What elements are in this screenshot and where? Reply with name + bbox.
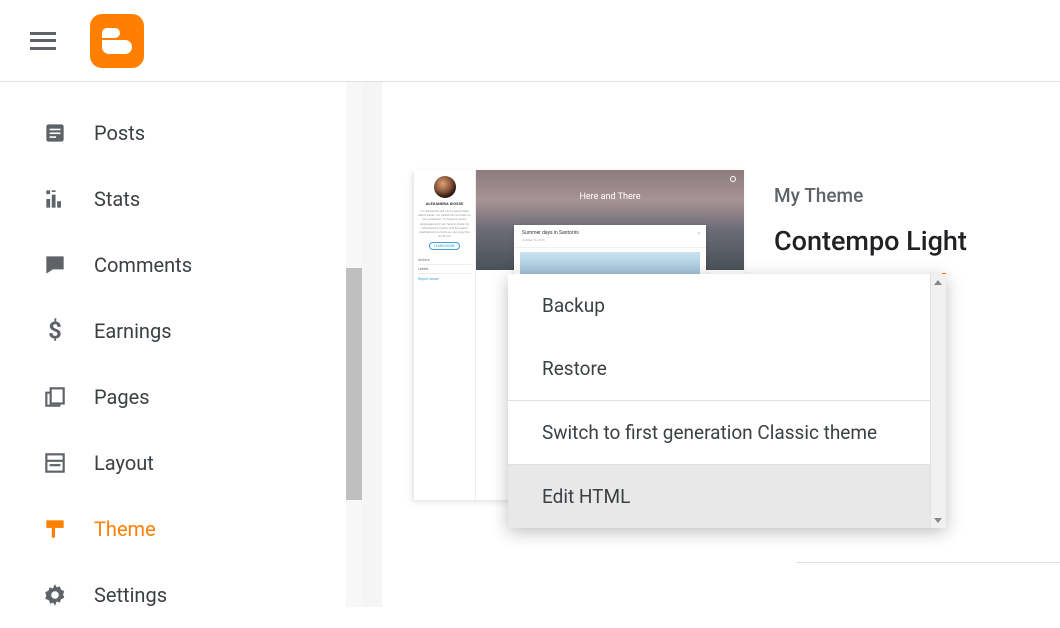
dropdown-item-label: Switch to first generation Classic theme (542, 421, 877, 444)
earnings-icon: $ (42, 318, 68, 344)
preview-search-icon (730, 176, 736, 182)
main-container: Posts Stats Comments $ Earnings Pages (0, 82, 1060, 607)
preview-post-header: Summer days in Santorini < October 16, 2… (514, 225, 706, 248)
comments-icon (42, 252, 68, 278)
dropdown-item-label: Restore (542, 357, 607, 380)
dropdown-scroll-up-button[interactable] (930, 274, 946, 290)
chevron-down-icon (934, 518, 942, 523)
preview-avatar (434, 176, 456, 198)
svg-text:$: $ (48, 318, 62, 344)
preview-labels-label: Labels (418, 265, 471, 274)
sidebar-item-pages[interactable]: Pages (0, 364, 362, 430)
content-divider (796, 562, 1060, 563)
chevron-up-icon (934, 280, 942, 285)
preview-report-link: Report Abuse (418, 274, 471, 281)
sidebar-item-label: Layout (94, 451, 154, 475)
sidebar-item-label: Stats (94, 187, 140, 211)
preview-hero-title: Here and There (476, 170, 744, 202)
settings-icon (42, 582, 68, 608)
preview-learn-more: LEARN MORE (429, 242, 460, 250)
blogger-logo[interactable] (90, 14, 144, 68)
sidebar: Posts Stats Comments $ Earnings Pages (0, 82, 362, 607)
sidebar-item-label: Pages (94, 385, 150, 409)
pages-icon (42, 384, 68, 410)
dropdown-scroll-down-button[interactable] (930, 512, 946, 528)
sidebar-item-layout[interactable]: Layout (0, 430, 362, 496)
menu-toggle-button[interactable] (30, 32, 56, 50)
dropdown-item-switch-classic[interactable]: Switch to first generation Classic theme (508, 401, 946, 464)
preview-archive-label: Archive (418, 256, 471, 265)
sidebar-item-stats[interactable]: Stats (0, 166, 362, 232)
sidebar-item-label: Settings (94, 583, 167, 607)
hamburger-icon (30, 32, 56, 35)
app-header (0, 0, 1060, 82)
main-left-strip (362, 82, 382, 607)
preview-bio: I'm Alexandra and I am a passionate abou… (418, 209, 471, 238)
preview-author-name: ALEXANDRA KIOSSE (418, 201, 471, 206)
preview-share-icon: < (697, 231, 700, 237)
sidebar-item-label: Earnings (94, 319, 172, 343)
theme-info: My Theme Contempo Light (744, 170, 967, 257)
sidebar-item-theme[interactable]: Theme (0, 496, 362, 562)
sidebar-item-label: Theme (94, 517, 156, 541)
blogger-logo-icon (102, 28, 132, 54)
dropdown-item-restore[interactable]: Restore (508, 337, 946, 400)
sidebar-scrollbar-thumb[interactable] (346, 268, 362, 500)
theme-name: Contempo Light (774, 225, 967, 257)
dropdown-scrollbar-track[interactable] (930, 274, 946, 528)
stats-icon (42, 186, 68, 212)
theme-actions-dropdown: Backup Restore Switch to first generatio… (508, 274, 946, 528)
sidebar-item-comments[interactable]: Comments (0, 232, 362, 298)
sidebar-item-earnings[interactable]: $ Earnings (0, 298, 362, 364)
sidebar-item-label: Comments (94, 253, 192, 277)
dropdown-item-label: Edit HTML (542, 485, 630, 508)
preview-post-date: October 16, 2016 (522, 238, 698, 242)
theme-icon (42, 516, 68, 542)
main-content: Here and There ALEXANDRA KIOSSE I'm Alex… (362, 82, 1060, 607)
sidebar-item-settings[interactable]: Settings (0, 562, 362, 628)
layout-icon (42, 450, 68, 476)
dropdown-item-backup[interactable]: Backup (508, 274, 946, 337)
sidebar-item-label: Posts (94, 121, 145, 145)
dropdown-item-label: Backup (542, 294, 605, 317)
posts-icon (42, 120, 68, 146)
sidebar-item-posts[interactable]: Posts (0, 100, 362, 166)
preview-post-title: Summer days in Santorini (522, 230, 579, 236)
preview-sidebar: ALEXANDRA KIOSSE I'm Alexandra and I am … (414, 170, 476, 500)
theme-section-label: My Theme (774, 184, 967, 207)
dropdown-item-edit-html[interactable]: Edit HTML (508, 465, 946, 528)
